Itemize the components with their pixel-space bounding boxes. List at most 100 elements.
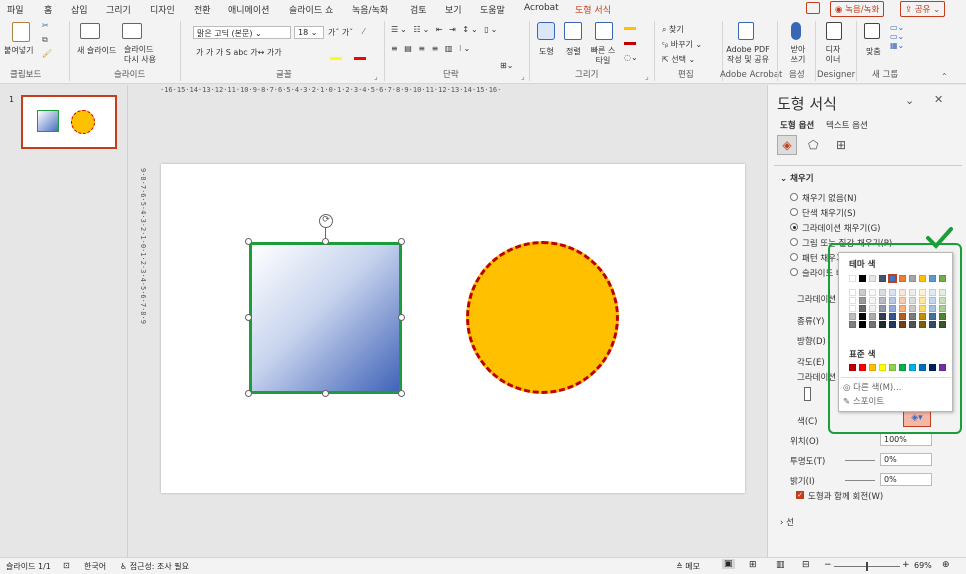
transparency-input[interactable]: 0% bbox=[880, 453, 932, 466]
dictate-label[interactable]: 받아 쓰기 bbox=[786, 45, 810, 65]
radio-fill-background[interactable] bbox=[790, 268, 798, 276]
resize-handle[interactable] bbox=[245, 390, 252, 397]
tab-recording[interactable]: 녹음/녹화 bbox=[352, 3, 388, 16]
arrange-label[interactable]: 정렬 bbox=[566, 46, 581, 57]
notes-button[interactable]: ≙ 메모 bbox=[676, 561, 700, 572]
line-section-header[interactable]: › 선 bbox=[780, 516, 794, 528]
resize-handle[interactable] bbox=[398, 238, 405, 245]
tab-slideshow[interactable]: 슬라이드 쇼 bbox=[289, 3, 333, 16]
adobe-pdf-label[interactable]: Adobe PDF 작성 및 공유 bbox=[724, 45, 772, 65]
tab-view[interactable]: 보기 bbox=[445, 3, 462, 16]
slide-count[interactable]: 슬라이드 1/1 bbox=[6, 561, 51, 572]
zoom-level[interactable]: 69% bbox=[914, 561, 932, 570]
font-size-select[interactable]: 18 ⌄ bbox=[294, 26, 324, 39]
tab-insert[interactable]: 삽입 bbox=[71, 3, 88, 16]
fill-none-label[interactable]: 채우기 없음(N) bbox=[802, 192, 857, 204]
tab-draw[interactable]: 그리기 bbox=[106, 3, 131, 16]
tab-help[interactable]: 도움말 bbox=[480, 3, 505, 16]
shapes-icon[interactable] bbox=[537, 22, 555, 40]
resize-handle[interactable] bbox=[245, 238, 252, 245]
font-color-icon[interactable] bbox=[354, 57, 366, 60]
slide-sorter-icon[interactable]: ⊞ bbox=[749, 560, 757, 570]
zoom-in-icon[interactable]: + bbox=[902, 560, 910, 570]
brightness-input[interactable]: 0% bbox=[880, 473, 932, 486]
drawing-dialog-icon[interactable]: ⌟ bbox=[645, 72, 649, 81]
language-label[interactable]: 한국어 bbox=[84, 561, 106, 572]
record-button[interactable]: ◉ 녹음/녹화 bbox=[830, 1, 885, 17]
resize-handle[interactable] bbox=[322, 390, 329, 397]
fill-section-header[interactable]: ⌄ 채우기 bbox=[780, 172, 814, 184]
adobe-pdf-icon[interactable] bbox=[738, 22, 754, 40]
slide-canvas[interactable]: ⟳ bbox=[161, 164, 745, 493]
comments-icon[interactable] bbox=[806, 2, 820, 14]
radio-fill-gradient[interactable] bbox=[790, 223, 798, 231]
close-icon[interactable]: ✕ bbox=[934, 93, 943, 106]
shape-effects-icon[interactable]: ◌⌄ bbox=[624, 53, 638, 62]
tab-review[interactable]: 검토 bbox=[410, 3, 427, 16]
align-icons[interactable]: ≡ ▤ ≡ ≡ ▥ ⁝⌄ bbox=[391, 44, 472, 53]
quick-style-icon[interactable] bbox=[595, 22, 613, 40]
fit-icon[interactable] bbox=[864, 23, 880, 39]
collapse-ribbon-icon[interactable]: ⌃ bbox=[941, 72, 948, 81]
list-indent-icons[interactable]: ☰⌄ ☷⌄ ⇤ ⇥ ↕⌄ ▯⌄ bbox=[391, 25, 499, 34]
radio-fill-picture[interactable] bbox=[790, 238, 798, 246]
cut-icon[interactable]: ✂ bbox=[42, 21, 49, 30]
font-grow-shrink-icon[interactable]: 가ˆ 가ˇ bbox=[328, 27, 353, 38]
rotate-with-shape-label[interactable]: 도형과 함께 회전(W) bbox=[808, 490, 883, 502]
tab-design[interactable]: 디자인 bbox=[150, 3, 175, 16]
accessibility-status[interactable]: ♿ 접근성: 조사 필요 bbox=[120, 561, 189, 572]
size-properties-icon[interactable]: ⊞ bbox=[836, 138, 846, 152]
clear-format-icon[interactable]: ⁄ bbox=[363, 27, 364, 36]
shapes-label[interactable]: 도형 bbox=[539, 46, 554, 57]
copy-icon[interactable]: ⧉ bbox=[42, 35, 48, 45]
tab-text-options[interactable]: 텍스트 옵션 bbox=[826, 119, 868, 131]
select-button[interactable]: ⇱ 선택 ⌄ bbox=[662, 54, 695, 65]
share-button[interactable]: ⇪ 공유 ⌄ bbox=[900, 1, 946, 17]
arrange-icon[interactable] bbox=[564, 22, 582, 40]
radio-fill-pattern[interactable] bbox=[790, 253, 798, 261]
tab-file[interactable]: 파일 bbox=[7, 3, 24, 16]
reading-view-icon[interactable]: ▥ bbox=[776, 560, 785, 570]
fill-solid-label[interactable]: 단색 채우기(S) bbox=[802, 207, 856, 219]
tab-transitions[interactable]: 전환 bbox=[194, 3, 211, 16]
slide-thumbnail[interactable] bbox=[21, 95, 117, 149]
brightness-slider[interactable] bbox=[845, 480, 875, 481]
shape-outline-icon[interactable] bbox=[624, 42, 636, 45]
find-button[interactable]: ⌕ 찾기 bbox=[662, 24, 684, 35]
paste-label[interactable]: 붙여넣기 bbox=[4, 45, 33, 56]
smartart-icon[interactable]: ⊞⌄ bbox=[500, 61, 513, 70]
spellcheck-icon[interactable]: ⊡ bbox=[63, 561, 70, 570]
resize-handle[interactable] bbox=[245, 314, 252, 321]
designer-label[interactable]: 디자 이너 bbox=[821, 45, 845, 65]
microphone-icon[interactable] bbox=[791, 22, 801, 40]
paste-icon[interactable] bbox=[12, 22, 30, 42]
designer-icon[interactable] bbox=[826, 22, 842, 40]
tab-acrobat[interactable]: Acrobat bbox=[524, 3, 559, 13]
tab-animations[interactable]: 애니메이션 bbox=[228, 3, 269, 16]
zoom-slider-thumb[interactable] bbox=[866, 562, 868, 571]
pane-options-chevron-icon[interactable]: ⌄ bbox=[905, 94, 914, 107]
tab-shape-format[interactable]: 도형 서식 bbox=[575, 3, 611, 16]
rotate-with-shape-checkbox[interactable]: ✓ bbox=[796, 491, 804, 499]
radio-fill-none[interactable] bbox=[790, 193, 798, 201]
reuse-slide-label[interactable]: 슬라이드 다시 사용 bbox=[124, 45, 158, 65]
paragraph-dialog-icon[interactable]: ⌟ bbox=[521, 72, 525, 81]
tab-shape-options[interactable]: 도형 옵션 bbox=[780, 119, 814, 131]
replace-button[interactable]: ᶜᵦ 바꾸기 ⌄ bbox=[662, 39, 702, 50]
gradient-stop-handle[interactable] bbox=[804, 387, 811, 401]
effects-icon[interactable]: ⬠ bbox=[808, 138, 818, 152]
resize-handle[interactable] bbox=[398, 314, 405, 321]
reuse-slide-icon[interactable] bbox=[122, 23, 142, 39]
radio-fill-solid[interactable] bbox=[790, 208, 798, 216]
zoom-out-icon[interactable]: − bbox=[824, 560, 832, 570]
transparency-slider[interactable] bbox=[845, 460, 875, 461]
normal-view-icon[interactable]: ▣ bbox=[722, 559, 735, 569]
rotate-handle-icon[interactable]: ⟳ bbox=[319, 214, 333, 228]
highlight-color-icon[interactable] bbox=[330, 57, 342, 60]
font-name-select[interactable]: 맑은 고딕 (본문) ⌄ bbox=[193, 26, 291, 39]
slideshow-icon[interactable]: ⊟ bbox=[802, 560, 810, 570]
quick-style-label[interactable]: 빠른 스타일 bbox=[588, 46, 618, 66]
new-group-icons[interactable]: ▭⌄ ▭⌄ ▦⌄ bbox=[890, 23, 904, 50]
font-dialog-icon[interactable]: ⌟ bbox=[374, 72, 378, 81]
fit-label[interactable]: 맞춤 bbox=[866, 46, 881, 57]
